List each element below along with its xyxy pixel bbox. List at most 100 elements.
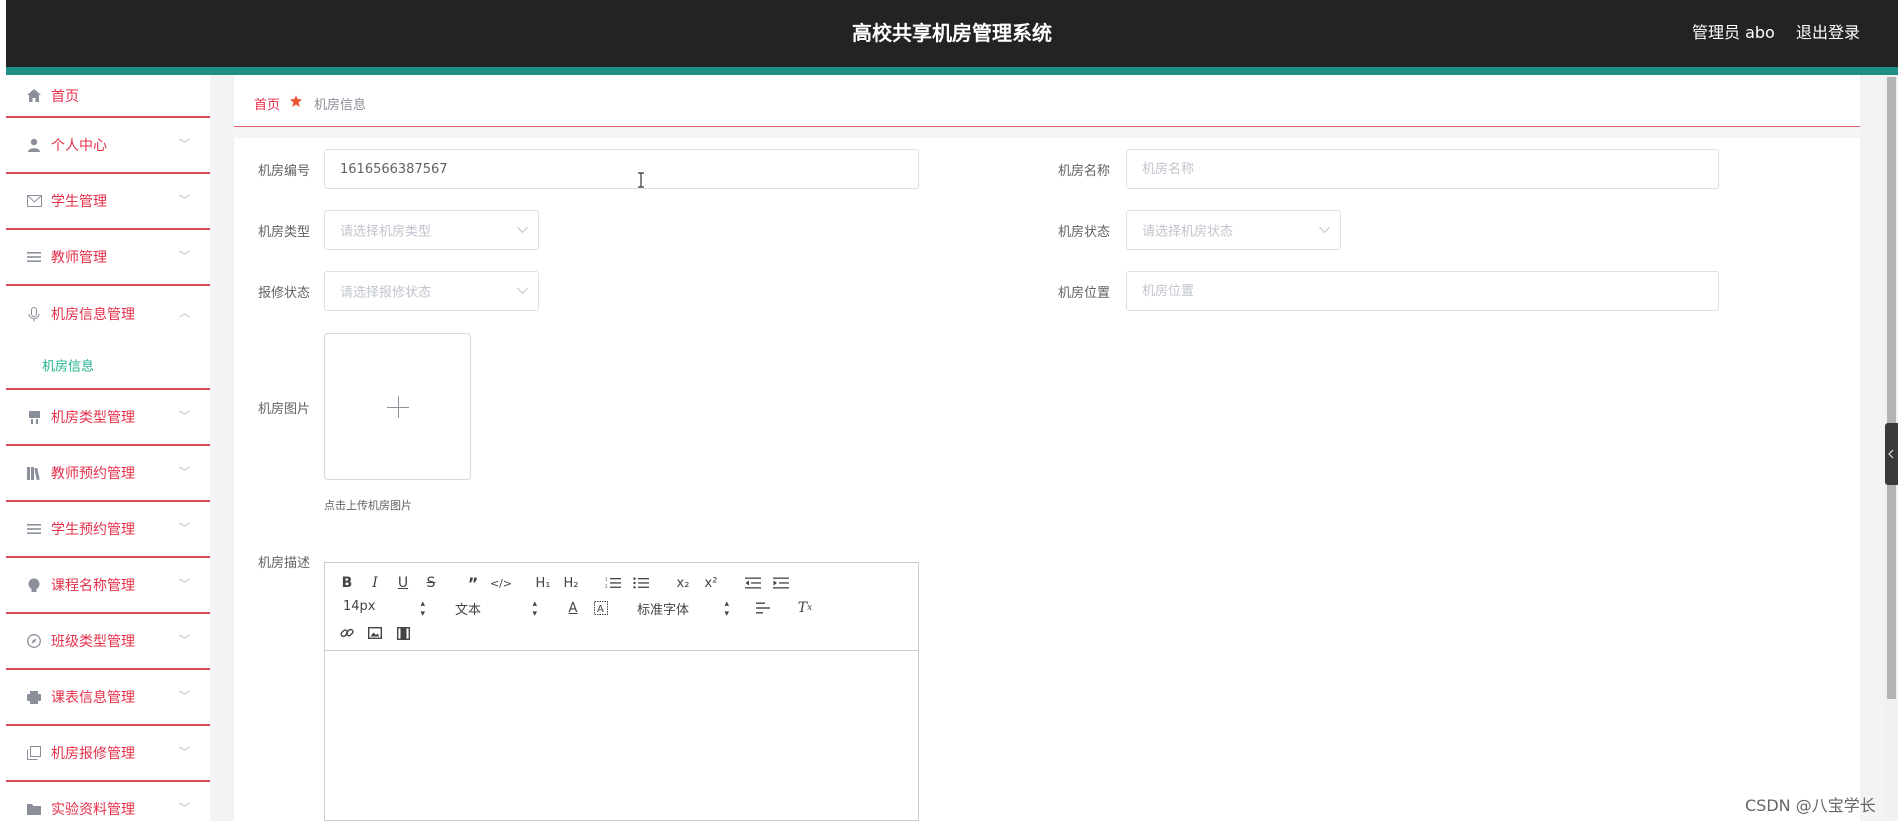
sidebar-item-label: 个人中心 <box>51 138 107 154</box>
sidebar-item-label: 学生管理 <box>51 194 107 210</box>
header1-icon[interactable]: H₁ <box>533 573 553 593</box>
home-icon <box>26 88 42 104</box>
strikethrough-icon[interactable]: S <box>421 573 441 593</box>
list-icon <box>26 521 42 537</box>
room-desc-label: 机房描述 <box>258 556 311 571</box>
superscript-icon[interactable]: x² <box>701 573 721 593</box>
sidebar-item-lab-material-management[interactable]: 实验资料管理 ﹀ <box>6 782 210 821</box>
sidebar-item-room-type-management[interactable]: 机房类型管理 ﹀ <box>6 390 210 446</box>
sidebar-item-room-info-management[interactable]: 机房信息管理 ︿ <box>6 286 210 342</box>
sidebar-item-label: 教师管理 <box>51 250 107 266</box>
chevron-down-icon: ﹀ <box>179 249 190 263</box>
sidebar-item-class-type-management[interactable]: 班级类型管理 ﹀ <box>6 614 210 670</box>
font-size-picker[interactable]: 14px ▴ ▾ <box>343 599 425 619</box>
svg-text:A: A <box>597 604 604 615</box>
editor-toolbar: B I U S ” </> H₁ H₂ 12 x₂ x² 14px ▴ ▾ 文本 … <box>325 563 918 651</box>
sidebar-item-personal-center[interactable]: 个人中心 ﹀ <box>6 118 210 174</box>
chevron-down-icon: ﹀ <box>179 409 190 423</box>
sidebar-item-student-management[interactable]: 学生管理 ﹀ <box>6 174 210 230</box>
room-name-input[interactable] <box>1126 149 1719 189</box>
submenu-item-label: 机房信息 <box>42 359 95 375</box>
top-header: 高校共享机房管理系统 管理员 abo 退出登录 <box>6 0 1898 67</box>
user-label: 管理员 abo <box>1692 23 1775 42</box>
repair-status-placeholder: 请选择报修状态 <box>340 285 432 301</box>
sidebar-item-home[interactable]: 首页 <box>6 75 210 118</box>
room-name-label: 机房名称 <box>1058 164 1111 179</box>
list-icon <box>26 249 42 265</box>
compass-icon <box>26 633 42 649</box>
editor-content-area[interactable] <box>325 651 918 821</box>
sidebar-item-timetable-management[interactable]: 课表信息管理 ﹀ <box>6 670 210 726</box>
link-icon[interactable] <box>337 623 357 643</box>
sidebar-item-teacher-booking-management[interactable]: 教师预约管理 ﹀ <box>6 446 210 502</box>
room-type-select[interactable]: 请选择机房类型 <box>324 210 539 250</box>
bold-icon[interactable]: B <box>337 573 357 593</box>
chevron-down-icon: ﹀ <box>179 633 190 647</box>
sidebar-item-label: 学生预约管理 <box>51 522 135 538</box>
user-icon <box>26 137 42 153</box>
flower-separator-icon <box>290 95 302 107</box>
submenu-item-room-info[interactable]: 机房信息 <box>6 342 210 390</box>
room-image-label: 机房图片 <box>258 402 311 417</box>
text-color-icon[interactable]: A <box>563 598 583 618</box>
breadcrumb-home[interactable]: 首页 <box>254 94 280 113</box>
sidebar-item-teacher-management[interactable]: 教师管理 ﹀ <box>6 230 210 286</box>
outdent-icon[interactable] <box>743 573 763 593</box>
chevron-down-icon: ﹀ <box>179 689 190 703</box>
chevron-down-icon: ﹀ <box>179 193 190 207</box>
sidebar: 首页 个人中心 ﹀ 学生管理 ﹀ 教师管理 ﹀ 机房信息管理 ︿ 机房信息 机房… <box>6 75 210 821</box>
font-family-picker[interactable]: 标准字体 ▴ ▾ <box>637 599 729 619</box>
header2-icon[interactable]: H₂ <box>561 573 581 593</box>
chevron-down-icon: ﹀ <box>179 745 190 759</box>
sidebar-item-label: 机房信息管理 <box>51 307 135 323</box>
chevron-down-icon: ﹀ <box>179 137 190 151</box>
room-status-placeholder: 请选择机房状态 <box>1142 224 1234 240</box>
logout-button[interactable]: 退出登录 <box>1796 19 1860 43</box>
header-picker[interactable]: 文本 ▴ ▾ <box>455 599 537 619</box>
chevron-left-icon <box>1888 449 1894 459</box>
sidebar-item-course-name-management[interactable]: 课程名称管理 ﹀ <box>6 558 210 614</box>
background-color-icon[interactable]: A <box>591 598 611 618</box>
text-cursor-icon <box>638 172 644 188</box>
sidebar-item-repair-management[interactable]: 机房报修管理 ﹀ <box>6 726 210 782</box>
room-status-select[interactable]: 请选择机房状态 <box>1126 210 1341 250</box>
rich-text-editor: B I U S ” </> H₁ H₂ 12 x₂ x² 14px ▴ ▾ 文本 … <box>324 562 919 821</box>
italic-icon[interactable]: I <box>365 573 385 593</box>
clear-format-icon[interactable]: Tx <box>795 598 815 618</box>
room-location-input[interactable] <box>1126 271 1719 311</box>
side-panel-toggle[interactable] <box>1885 423 1898 485</box>
chevron-up-icon: ︿ <box>179 306 190 320</box>
chevron-down-icon: ﹀ <box>179 577 190 591</box>
scrollbar-thumb[interactable] <box>1887 77 1896 699</box>
sidebar-item-label: 班级类型管理 <box>51 634 135 650</box>
room-no-label: 机房编号 <box>258 164 311 179</box>
repair-status-select[interactable]: 请选择报修状态 <box>324 271 539 311</box>
room-no-input[interactable] <box>324 149 919 189</box>
align-left-icon[interactable] <box>753 598 773 618</box>
upload-tip: 点击上传机房图片 <box>324 499 412 512</box>
watermark: CSDN @八宝学长 <box>1745 796 1876 815</box>
room-status-label: 机房状态 <box>1058 225 1111 240</box>
font-size-value: 14px <box>343 599 376 614</box>
underline-icon[interactable]: U <box>393 573 413 593</box>
bullet-list-icon[interactable] <box>631 573 651 593</box>
sidebar-item-label: 教师预约管理 <box>51 466 135 482</box>
blockquote-icon[interactable]: ” <box>463 573 483 593</box>
books-icon <box>26 465 42 481</box>
sort-caret-icon: ▴ ▾ <box>532 599 537 619</box>
printer-icon <box>26 689 42 705</box>
header-picker-value: 文本 <box>455 603 482 618</box>
image-upload-button[interactable] <box>324 333 471 480</box>
image-icon[interactable] <box>365 623 385 643</box>
bulb-icon <box>26 577 42 593</box>
ordered-list-icon[interactable]: 12 <box>603 573 623 593</box>
subscript-icon[interactable]: x₂ <box>673 573 693 593</box>
code-block-icon[interactable]: </> <box>490 573 512 593</box>
mail-icon <box>26 193 42 209</box>
folder-icon <box>26 801 42 817</box>
indent-icon[interactable] <box>771 573 791 593</box>
room-type-label: 机房类型 <box>258 225 311 240</box>
svg-text:2: 2 <box>605 584 608 589</box>
sidebar-item-student-booking-management[interactable]: 学生预约管理 ﹀ <box>6 502 210 558</box>
video-icon[interactable] <box>393 623 413 643</box>
